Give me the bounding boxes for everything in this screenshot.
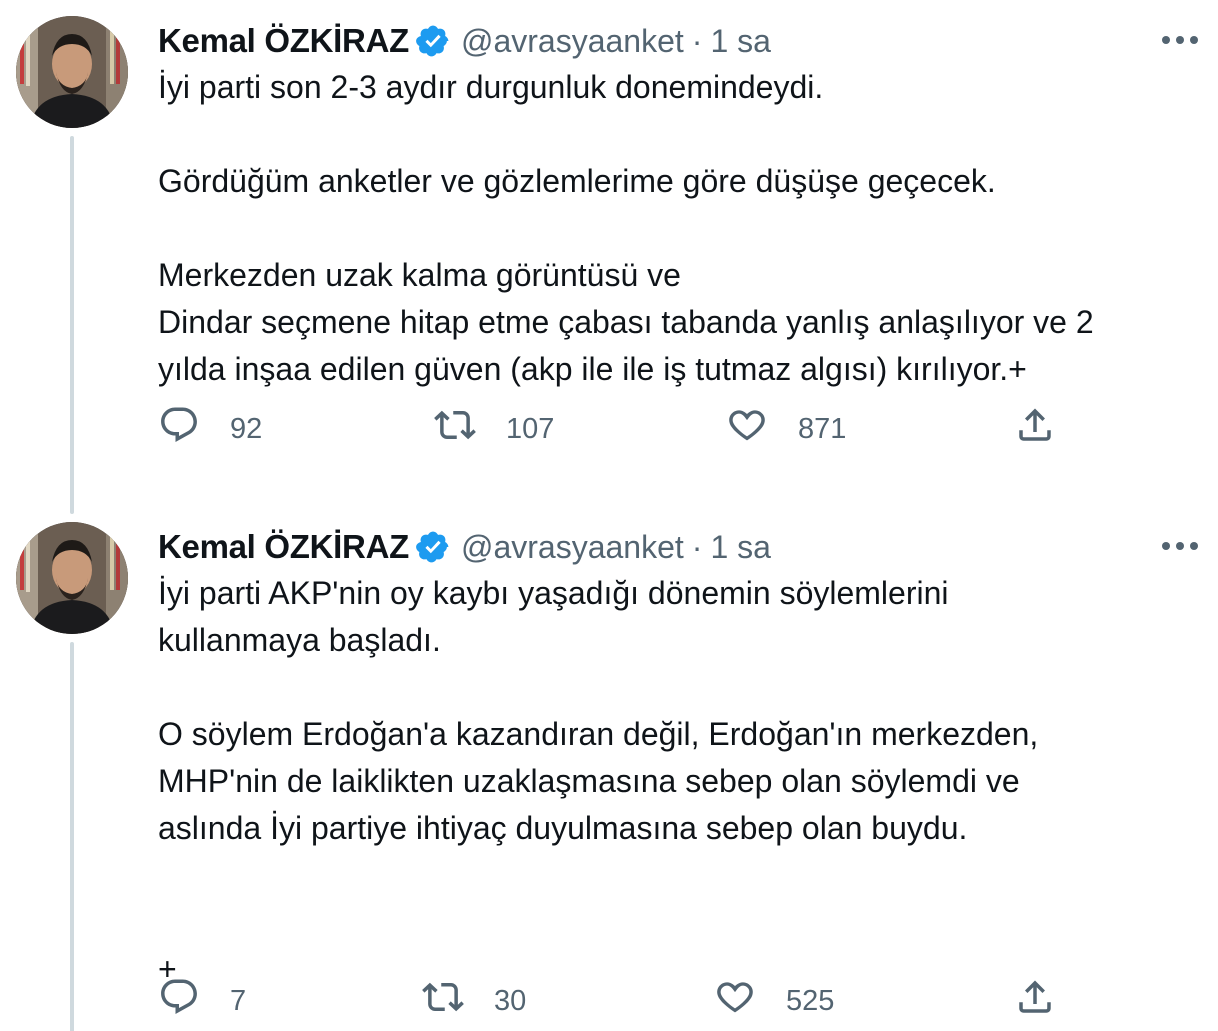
tweet-content: Kemal ÖZKİRAZ @avrasyaanket · 1 sa İyi p… bbox=[158, 524, 1202, 993]
retweet-button[interactable]: 107 bbox=[434, 404, 554, 454]
share-upload-icon bbox=[1014, 404, 1056, 454]
tweet[interactable]: Kemal ÖZKİRAZ @avrasyaanket · 1 sa İyi p… bbox=[0, 506, 1218, 1031]
text-line: İyi parti son 2-3 aydır durgunluk donemi… bbox=[158, 69, 824, 105]
author-handle[interactable]: @avrasyaanket bbox=[461, 23, 684, 60]
share-button[interactable] bbox=[1014, 404, 1056, 454]
thread-connector-line bbox=[70, 642, 74, 1031]
like-button[interactable]: 525 bbox=[714, 976, 834, 1026]
like-count: 525 bbox=[786, 984, 835, 1017]
tweet-actions: 92 107 871 bbox=[158, 404, 1078, 454]
separator-dot: · bbox=[691, 22, 703, 59]
retweet-count: 30 bbox=[494, 984, 527, 1017]
like-count: 871 bbox=[798, 412, 847, 445]
tweet[interactable]: Kemal ÖZKİRAZ @avrasyaanket · 1 sa İyi p… bbox=[0, 0, 1218, 514]
reply-count: 7 bbox=[230, 984, 247, 1017]
reply-count: 92 bbox=[230, 412, 263, 445]
retweet-button[interactable]: 30 bbox=[422, 976, 526, 1026]
tweet-text: İyi parti son 2-3 aydır durgunluk donemi… bbox=[158, 64, 1202, 393]
like-button[interactable]: 871 bbox=[726, 404, 846, 454]
reply-button[interactable]: 92 bbox=[158, 404, 262, 454]
avatar-column bbox=[16, 522, 128, 634]
author-handle[interactable]: @avrasyaanket bbox=[461, 529, 684, 566]
reply-bubble-icon bbox=[158, 976, 200, 1026]
reply-bubble-icon bbox=[158, 404, 200, 454]
avatar-column bbox=[16, 16, 128, 128]
avatar[interactable] bbox=[16, 522, 128, 634]
tweet-header: Kemal ÖZKİRAZ @avrasyaanket · 1 sa bbox=[158, 18, 1202, 64]
share-upload-icon bbox=[1014, 976, 1056, 1026]
heart-icon bbox=[726, 404, 768, 454]
tweet-content: Kemal ÖZKİRAZ @avrasyaanket · 1 sa İyi p… bbox=[158, 18, 1202, 393]
text-line: Merkezden uzak kalma görüntüsü ve bbox=[158, 257, 681, 293]
verified-badge-icon bbox=[415, 529, 451, 565]
tweet-header: Kemal ÖZKİRAZ @avrasyaanket · 1 sa bbox=[158, 524, 1202, 570]
retweet-arrows-icon bbox=[434, 404, 476, 454]
text-line: O söylem Erdoğan'a kazandıran değil, Erd… bbox=[158, 716, 1039, 752]
more-horizontal-icon[interactable] bbox=[1158, 22, 1202, 58]
verified-badge-icon bbox=[415, 23, 451, 59]
text-line: Dindar seçmene hitap etme çabası tabanda… bbox=[158, 304, 1094, 340]
text-line: aslında İyi partiye ihtiyaç duyulmasına … bbox=[158, 810, 968, 846]
timestamp[interactable]: 1 sa bbox=[710, 23, 770, 60]
retweet-count: 107 bbox=[506, 412, 555, 445]
text-line: yılda inşaa edilen güven (akp ile ile iş… bbox=[158, 351, 1027, 387]
author-name[interactable]: Kemal ÖZKİRAZ bbox=[158, 22, 409, 60]
avatar[interactable] bbox=[16, 16, 128, 128]
share-button[interactable] bbox=[1014, 976, 1056, 1026]
tweet-actions: 7 30 525 bbox=[158, 976, 1078, 1026]
text-line: MHP'nin de laiklikten uzaklaşmasına sebe… bbox=[158, 763, 1020, 799]
text-line: Gördüğüm anketler ve gözlemlerime göre d… bbox=[158, 163, 996, 199]
tweet-text: İyi parti AKP'nin oy kaybı yaşadığı döne… bbox=[158, 570, 1202, 993]
thread-connector-line bbox=[70, 136, 74, 514]
retweet-arrows-icon bbox=[422, 976, 464, 1026]
more-horizontal-icon[interactable] bbox=[1158, 528, 1202, 564]
timestamp[interactable]: 1 sa bbox=[710, 529, 770, 566]
reply-button[interactable]: 7 bbox=[158, 976, 246, 1026]
text-line: kullanmaya başladı. bbox=[158, 622, 441, 658]
tweet-thread: Kemal ÖZKİRAZ @avrasyaanket · 1 sa İyi p… bbox=[0, 0, 1218, 1031]
heart-icon bbox=[714, 976, 756, 1026]
author-name[interactable]: Kemal ÖZKİRAZ bbox=[158, 528, 409, 566]
separator-dot: · bbox=[691, 528, 703, 565]
text-line: İyi parti AKP'nin oy kaybı yaşadığı döne… bbox=[158, 575, 949, 611]
